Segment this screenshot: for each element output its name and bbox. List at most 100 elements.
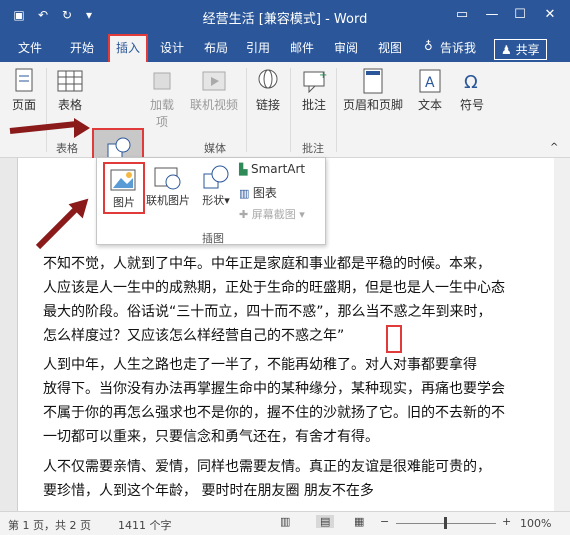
header-footer-icon bbox=[363, 68, 383, 94]
table-label: 表格 bbox=[57, 98, 82, 112]
print-layout-icon[interactable]: ▤ bbox=[316, 515, 335, 528]
ribbon-display-icon[interactable]: ▭ bbox=[448, 4, 476, 26]
addins-icon bbox=[153, 72, 171, 90]
doc-line: 怎么样度过？又应该怎么样经营自己的不惑之年” bbox=[43, 328, 345, 344]
tab-0[interactable]: 文件 bbox=[18, 39, 42, 56]
tab-4[interactable]: 布局 bbox=[204, 39, 228, 56]
doc-line: 最大的阶段。俗话说“三十而立，四十而不惑”，那么当不惑之年到来时， bbox=[43, 304, 492, 320]
symbol-button[interactable]: Ω 符号 bbox=[454, 68, 490, 113]
status-bar: 第 1 页，共 2 页 1411 个字 ▥ ▤ ▦ − + 100% bbox=[0, 511, 570, 535]
table-button[interactable]: 表格 bbox=[52, 68, 88, 113]
chevron-down-icon: ▾ bbox=[224, 194, 230, 207]
header-footer-button[interactable]: 页眉和页脚 bbox=[340, 68, 406, 113]
shapes-button[interactable]: 形状▾ bbox=[197, 164, 235, 208]
share-label: 共享 bbox=[515, 43, 540, 57]
text-button[interactable]: A 文本 bbox=[412, 68, 448, 113]
online-video-label: 联机视频 bbox=[189, 98, 238, 112]
picture-label: 图片 bbox=[113, 196, 135, 209]
screenshot-label: 屏幕截图 bbox=[251, 208, 296, 221]
word-count[interactable]: 1411 个字 bbox=[118, 517, 172, 533]
shapes-label: 形状 bbox=[202, 194, 225, 207]
smartart-label: SmartArt bbox=[250, 162, 306, 176]
picture-button[interactable]: 图片 bbox=[103, 162, 145, 214]
doc-line: 人应该是人一生中的成熟期，正处于生命的旺盛期，但是也是人一生中心态 bbox=[43, 280, 505, 296]
link-button[interactable]: 链接 bbox=[250, 68, 286, 113]
ribbon: 页面 表格 表格 插图 ▾ 加载 项 联机视频 媒体 链接 + 批注 批注 页眉… bbox=[0, 62, 570, 216]
page-button[interactable]: 页面 bbox=[6, 68, 42, 113]
chart-button[interactable]: ▥ 图表 bbox=[239, 184, 277, 201]
doc-line: 一切都可以重来，只要信念和勇气还在，有舍才有得。 bbox=[43, 429, 379, 445]
tell-me-icon[interactable]: ♁ bbox=[424, 39, 433, 53]
close-button[interactable]: ✕ bbox=[536, 4, 564, 26]
addins-label: 加载 项 bbox=[149, 98, 174, 129]
title-bar: ▣ ↶ ↻ ▾ 经营生活 [兼容模式] - Word ▭ — ☐ ✕ bbox=[0, 0, 570, 32]
doc-line: 人到中年，人生之路也走了一半了，不能再幼稚了。对人对事都要拿得 bbox=[43, 357, 477, 373]
person-icon: ♟ bbox=[501, 43, 516, 57]
illustrations-group-label: 插图 bbox=[202, 232, 224, 245]
illustrations-dropdown: 图片 联机图片 形状▾ ▙ SmartArt ▥ 图表 ✚ 屏幕截图 ▾ 插图 bbox=[96, 157, 326, 245]
chart-label: 图表 bbox=[252, 186, 277, 200]
tab-3[interactable]: 设计 bbox=[160, 39, 184, 56]
svg-text:A: A bbox=[425, 75, 435, 91]
tab-2[interactable]: 插入 bbox=[107, 34, 149, 64]
header-footer-label: 页眉和页脚 bbox=[342, 98, 403, 112]
smartart-icon: ▙ bbox=[239, 163, 251, 176]
page-count[interactable]: 第 1 页，共 2 页 bbox=[8, 517, 91, 533]
tab-5[interactable]: 引用 bbox=[246, 39, 270, 56]
table-icon bbox=[57, 70, 83, 92]
collapse-ribbon-icon[interactable]: ^ bbox=[550, 142, 558, 153]
svg-text:+: + bbox=[319, 70, 327, 81]
video-icon bbox=[202, 71, 226, 91]
addins-button[interactable]: 加载 项 bbox=[146, 68, 178, 130]
text-label: 文本 bbox=[417, 98, 442, 112]
omega-icon: Ω bbox=[464, 72, 478, 93]
doc-line: 要珍惜，人到这个年龄， 要时时在朋友圈 朋友不在多 bbox=[43, 483, 374, 499]
text-icon: A bbox=[419, 69, 441, 93]
tab-7[interactable]: 审阅 bbox=[334, 39, 358, 56]
maximize-button[interactable]: ☐ bbox=[506, 4, 534, 26]
doc-line: 人不仅需要亲情、爱情，同样也需要友情。真正的友谊是很难能可贵的， bbox=[43, 459, 491, 475]
online-picture-label: 联机图片 bbox=[146, 194, 190, 207]
zoom-in-icon[interactable]: + bbox=[502, 515, 511, 528]
read-mode-icon[interactable]: ▥ bbox=[280, 515, 290, 528]
doc-line: 放得下。当你没有办法再掌握生命中的某种缘分，某种现实，再痛也要学会 bbox=[43, 381, 505, 397]
zoom-level[interactable]: 100% bbox=[520, 517, 551, 530]
web-layout-icon[interactable]: ▦ bbox=[354, 515, 364, 528]
annotation-arrowhead bbox=[74, 118, 90, 138]
vertical-scrollbar[interactable] bbox=[554, 158, 570, 511]
tab-1[interactable]: 开始 bbox=[70, 39, 94, 56]
doc-line: 不属于你的再怎么强求也不是你的，握不住的沙就扬了它。旧的不去新的不 bbox=[43, 405, 505, 421]
symbol-label: 符号 bbox=[459, 98, 484, 112]
share-button[interactable]: ♟ 共享 bbox=[494, 39, 547, 60]
shapes-dd-icon bbox=[203, 165, 229, 189]
chart-icon: ▥ bbox=[239, 187, 253, 200]
zoom-thumb[interactable] bbox=[444, 517, 447, 529]
screenshot-icon: ✚ bbox=[239, 208, 252, 221]
tell-me-input[interactable]: 告诉我 bbox=[440, 39, 476, 56]
comment-button[interactable]: + 批注 bbox=[296, 68, 332, 113]
screenshot-button[interactable]: ✚ 屏幕截图 ▾ bbox=[239, 206, 305, 222]
svg-text:Ω: Ω bbox=[464, 72, 478, 93]
online-picture-button[interactable]: 联机图片 bbox=[145, 164, 191, 208]
online-video-button[interactable]: 联机视频 bbox=[186, 68, 242, 113]
page-label: 页面 bbox=[11, 98, 36, 112]
group-media: 媒体 bbox=[204, 142, 226, 155]
group-table: 表格 bbox=[56, 142, 78, 155]
vertical-ruler bbox=[0, 158, 18, 511]
comment-label: 批注 bbox=[301, 98, 326, 112]
tab-6[interactable]: 邮件 bbox=[290, 39, 314, 56]
doc-line: 不知不觉，人就到了中年。中年正是家庭和事业都是平稳的时候。本来， bbox=[43, 256, 491, 272]
tab-8[interactable]: 视图 bbox=[378, 39, 402, 56]
picture-icon bbox=[110, 169, 136, 191]
insertion-point-marker bbox=[386, 325, 402, 353]
group-comments: 批注 bbox=[302, 142, 324, 155]
minimize-button[interactable]: — bbox=[478, 4, 506, 26]
chevron-down-icon: ▾ bbox=[295, 208, 305, 221]
online-picture-icon bbox=[154, 167, 181, 190]
link-label: 链接 bbox=[255, 98, 280, 112]
smartart-button[interactable]: ▙ SmartArt bbox=[239, 162, 305, 176]
comment-icon: + bbox=[303, 70, 327, 94]
zoom-out-icon[interactable]: − bbox=[380, 515, 389, 528]
page-icon bbox=[15, 68, 33, 92]
link-icon bbox=[258, 69, 278, 89]
